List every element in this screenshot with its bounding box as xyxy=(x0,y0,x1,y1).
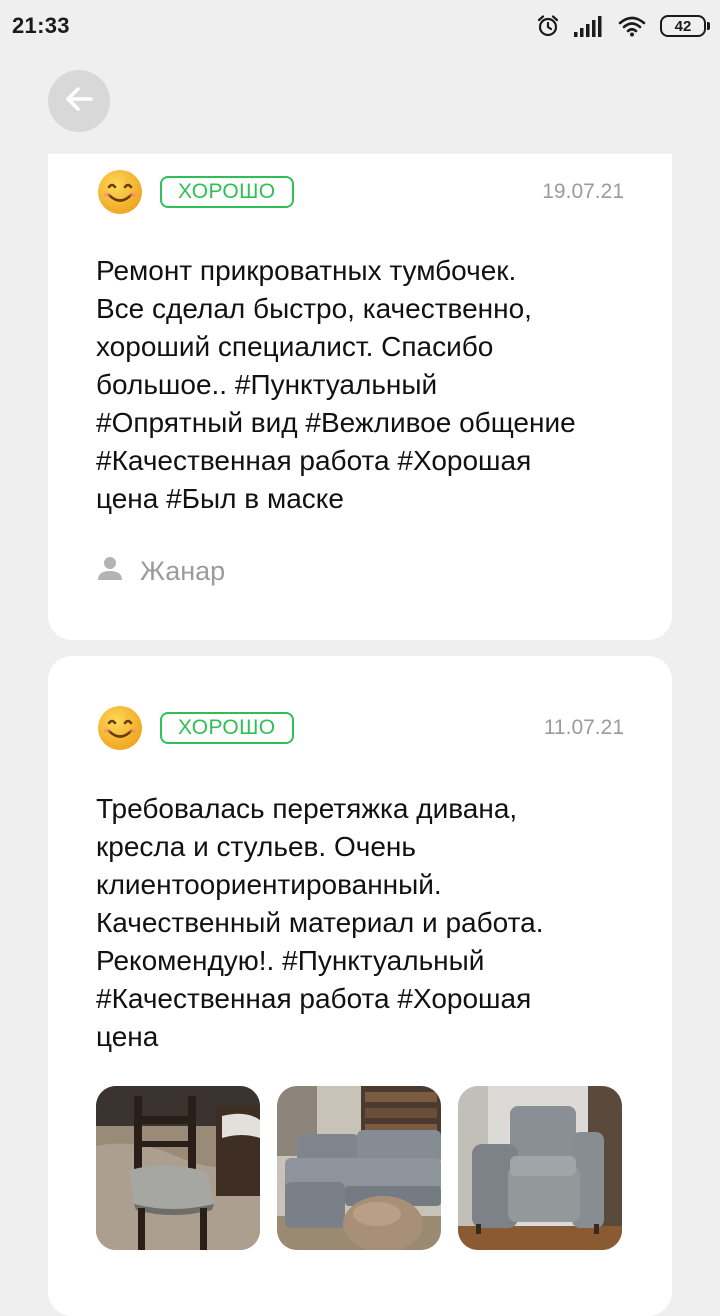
review-card: ХОРОШО 11.07.21 Требовалась перетяжка ди… xyxy=(48,656,672,1316)
review-card: ХОРОШО 19.07.21 Ремонт прикроватных тумб… xyxy=(48,154,672,640)
armchair-photo[interactable] xyxy=(458,1086,622,1250)
author-name: Жанар xyxy=(140,556,226,586)
chair-photo[interactable] xyxy=(96,1086,260,1250)
arrow-left-icon xyxy=(62,82,96,121)
battery-icon: 42 xyxy=(660,15,710,37)
review-text: Требовалась перетяжка дивана, кресла и с… xyxy=(96,793,544,1052)
status-time: 21:33 xyxy=(12,13,70,38)
battery-level: 42 xyxy=(674,17,692,35)
review-photos xyxy=(96,1086,622,1250)
sofa-photo[interactable] xyxy=(277,1086,441,1250)
rating-badge: ХОРОШО xyxy=(160,176,294,208)
status-icons: 42 xyxy=(536,14,710,38)
review-header: ХОРОШО 11.07.21 xyxy=(96,704,624,752)
back-button[interactable] xyxy=(48,70,110,132)
review-author: Жанар xyxy=(98,556,225,587)
review-date: 11.07.21 xyxy=(543,716,624,739)
review-text: Ремонт прикроватных тумбочек. Все сделал… xyxy=(96,255,576,514)
wifi-icon xyxy=(618,15,646,37)
status-bar: 21:33 42 xyxy=(0,0,720,52)
signal-icon xyxy=(574,15,604,37)
review-header: ХОРОШО 19.07.21 xyxy=(96,168,624,216)
smiley-icon xyxy=(96,704,144,752)
review-date: 19.07.21 xyxy=(542,180,624,203)
user-icon xyxy=(98,556,122,587)
alarm-icon xyxy=(536,14,560,38)
rating-badge: ХОРОШО xyxy=(160,712,294,744)
smiley-icon xyxy=(96,168,144,216)
